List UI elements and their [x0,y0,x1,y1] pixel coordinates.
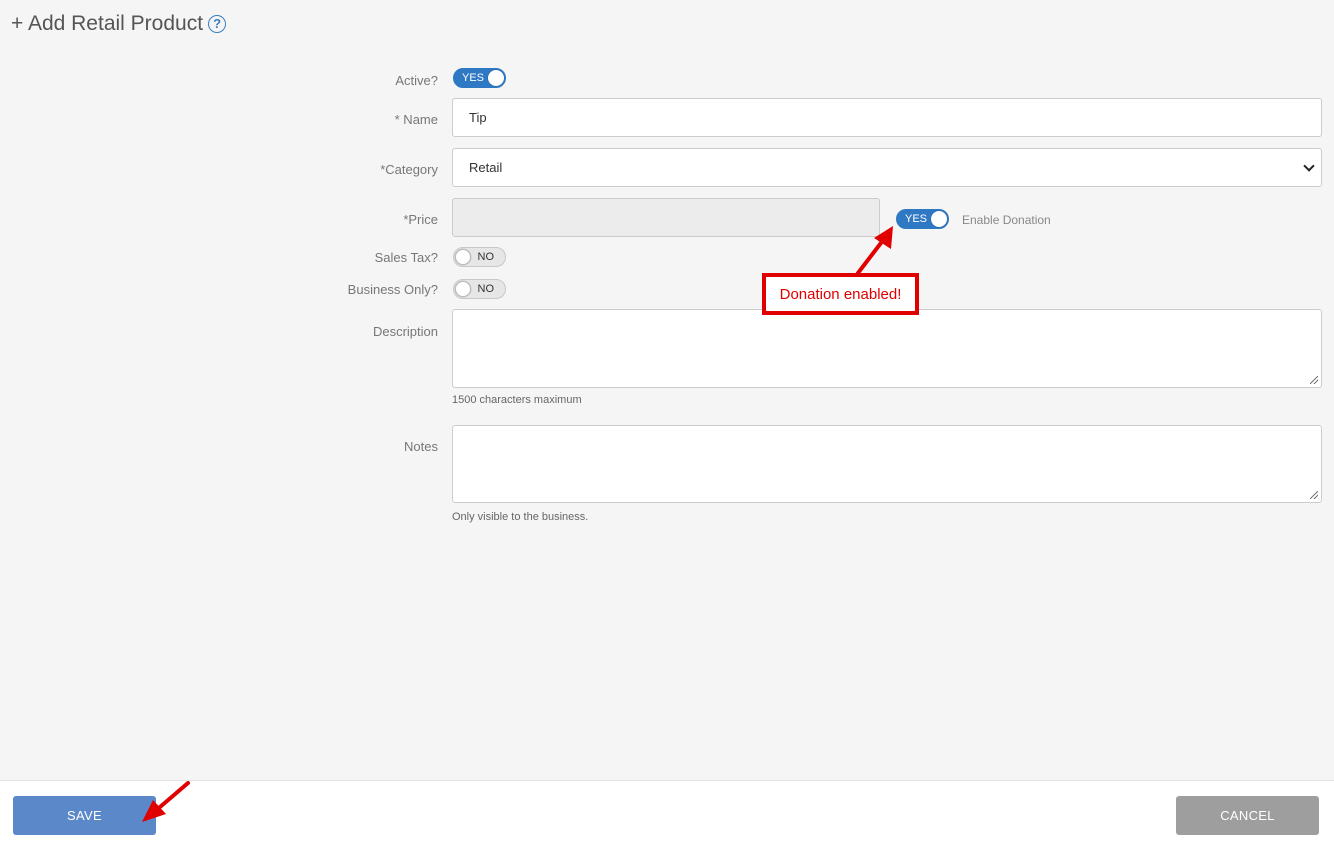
description-help: 1500 characters maximum [452,394,582,406]
description-label: Description [372,324,438,339]
sales-tax-toggle[interactable]: NO [453,247,506,267]
business-only-label: Business Only? [347,282,438,297]
page-title: + Add Retail Product ? [11,12,227,36]
name-input[interactable]: Tip [452,98,1322,137]
category-select[interactable]: Retail [452,148,1322,187]
enable-donation-label: Enable Donation [962,213,1051,227]
toggle-knob [931,211,947,227]
description-textarea[interactable] [452,309,1322,388]
sales-tax-toggle-state: NO [477,251,495,263]
help-icon[interactable]: ? [208,15,227,33]
resize-grip-icon[interactable] [1310,376,1318,384]
notes-help: Only visible to the business. [452,511,589,523]
name-label: * Name [394,112,438,127]
price-input[interactable] [452,198,880,237]
price-label: *Price [403,212,438,227]
active-toggle[interactable]: YES [453,68,506,88]
business-only-toggle[interactable]: NO [453,279,506,299]
footer-bar [0,780,1334,847]
business-only-toggle-state: NO [477,283,495,295]
save-button[interactable]: SAVE [13,796,156,835]
enable-donation-toggle-state: YES [905,213,928,225]
enable-donation-toggle[interactable]: YES [896,209,949,229]
notes-label: Notes [404,439,438,454]
toggle-knob [455,281,471,297]
donation-callout: Donation enabled! [762,273,919,315]
notes-textarea[interactable] [452,425,1322,503]
sales-tax-label: Sales Tax? [374,250,438,265]
resize-grip-icon[interactable] [1310,491,1318,499]
category-select-value: Retail [469,160,503,175]
active-label: Active? [395,73,438,88]
cancel-button[interactable]: CANCEL [1176,796,1319,835]
page-title-text: + Add Retail Product [11,12,204,35]
toggle-knob [455,249,471,265]
toggle-knob [488,70,504,86]
category-label: *Category [380,162,438,177]
name-input-value: Tip [469,110,487,125]
active-toggle-state: YES [462,72,485,84]
chevron-down-icon [1303,159,1315,172]
